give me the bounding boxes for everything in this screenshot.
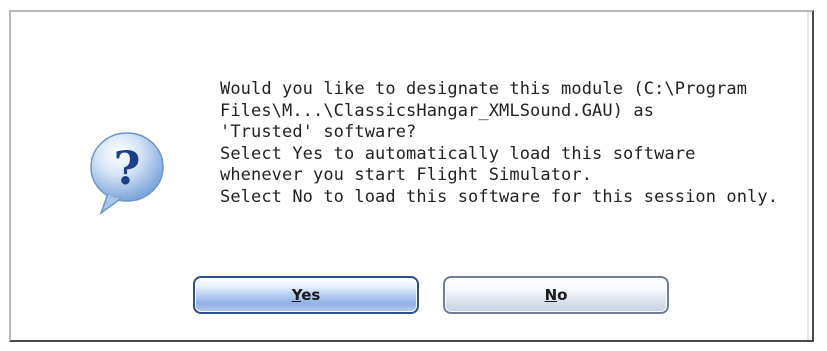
no-button-label: o	[557, 286, 568, 304]
message-line: whenever you start Flight Simulator.	[220, 165, 593, 186]
yes-button-label: es	[301, 286, 321, 304]
message-line: Select No to load this software for this…	[220, 186, 779, 207]
yes-button-mnemonic: Y	[291, 286, 302, 304]
dialog-message: Would you like to designate this module …	[220, 79, 800, 209]
trusted-software-dialog: ? Would you like to designate this modul…	[9, 10, 814, 342]
no-button-mnemonic: N	[544, 286, 558, 304]
svg-text:?: ?	[114, 141, 141, 195]
no-button[interactable]: No	[443, 276, 669, 314]
message-line: Select Yes to automatically load this so…	[220, 143, 696, 164]
question-icon: ?	[87, 129, 167, 216]
yes-button[interactable]: Yes	[193, 276, 419, 314]
message-line: Would you like to designate this module …	[220, 79, 748, 99]
message-line: Files\M...\ClassicsHangar_XMLSound.GAU) …	[220, 100, 655, 121]
message-line: 'Trusted' software?	[220, 122, 417, 143]
